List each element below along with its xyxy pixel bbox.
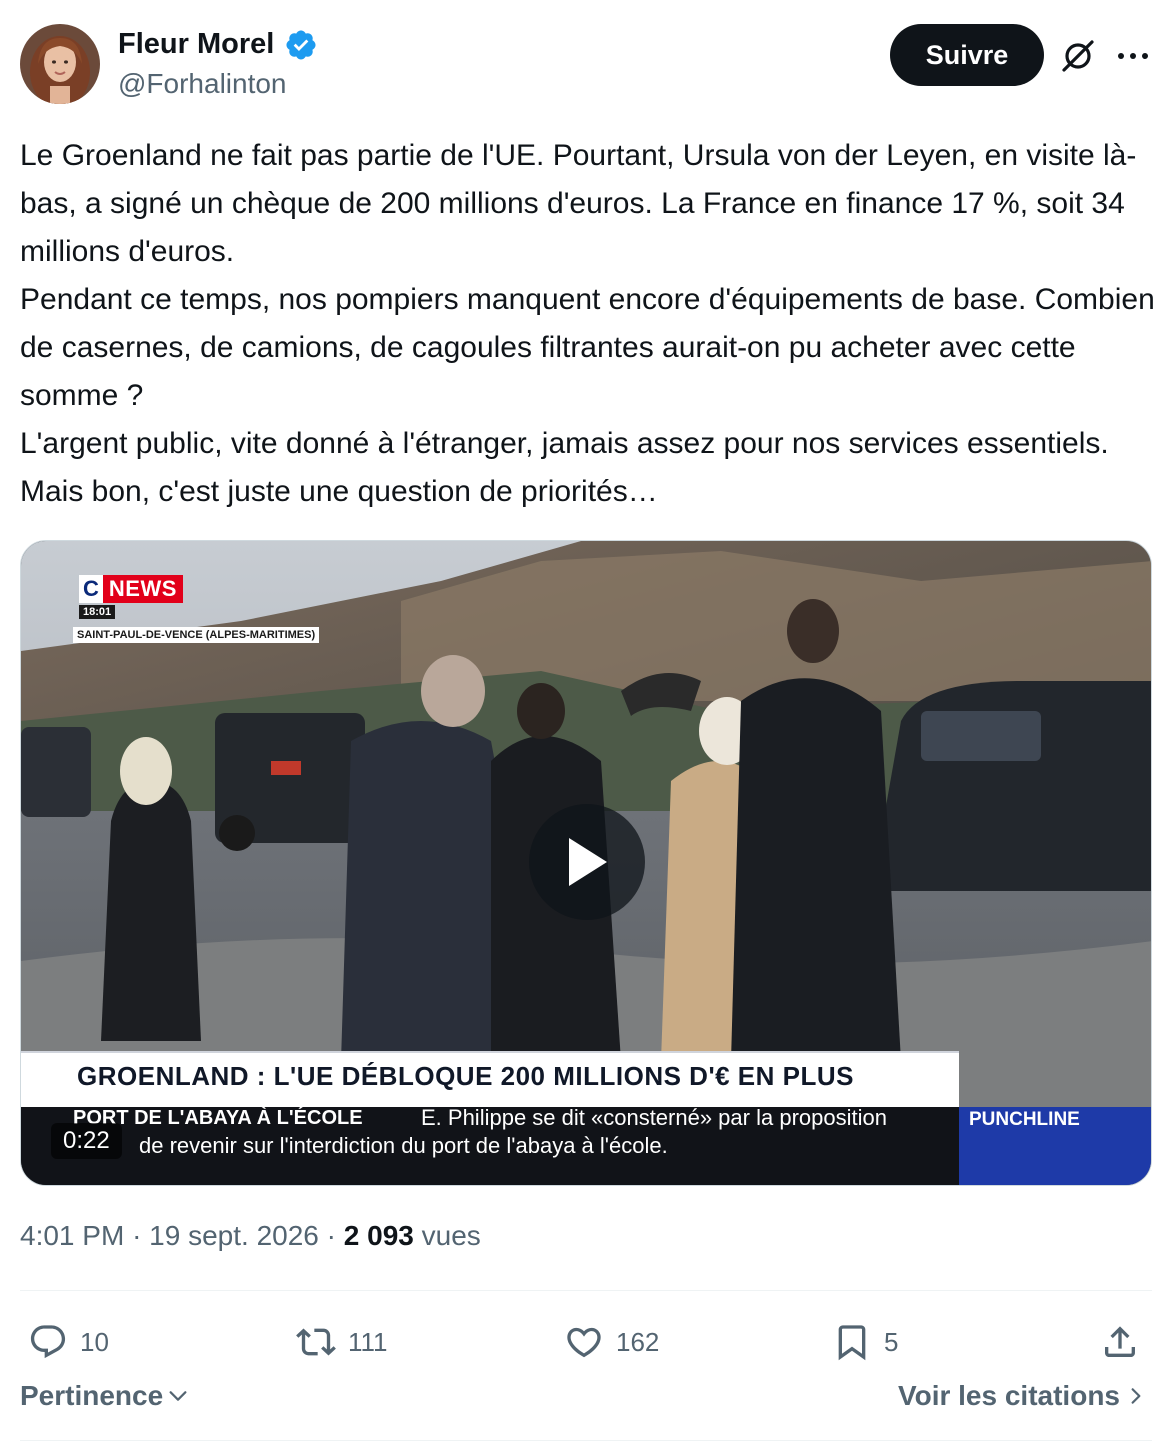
author-name[interactable]: Fleur Morel xyxy=(118,28,274,61)
play-button[interactable] xyxy=(529,804,645,920)
grok-icon[interactable] xyxy=(1060,38,1096,74)
bookmark-icon xyxy=(838,1325,866,1361)
meta-separator: · xyxy=(326,1220,336,1251)
broadcast-clock: 18:01 xyxy=(79,605,116,619)
repost-count: 111 xyxy=(348,1326,388,1357)
tweet-header: Fleur Morel @Forhalinton Suivre xyxy=(20,24,1156,106)
bookmark-count: 5 xyxy=(884,1326,899,1357)
ticker-line-2: de revenir sur l'interdiction du port de… xyxy=(139,1133,668,1158)
cnews-logo-news: NEWS xyxy=(102,575,183,603)
ticker-line-1: E. Philippe se dit «consterné» par la pr… xyxy=(421,1105,887,1130)
program-label: PUNCHLINE xyxy=(969,1109,1080,1130)
share-icon xyxy=(1105,1326,1135,1357)
divider xyxy=(20,1290,1152,1291)
sort-label: Pertinence xyxy=(20,1380,164,1411)
quotes-label: Voir les citations xyxy=(898,1380,1120,1411)
play-icon xyxy=(569,838,607,886)
cnews-logo: C NEWS xyxy=(79,575,183,603)
video-duration: 0:22 xyxy=(51,1123,122,1159)
sort-dropdown[interactable]: Pertinence xyxy=(20,1380,189,1412)
view-quotes-link[interactable]: Voir les citations xyxy=(898,1380,1146,1412)
follow-button[interactable]: Suivre xyxy=(890,24,1044,86)
replies-toolbar: Pertinence Voir les citations xyxy=(20,1380,1156,1424)
meta-separator: · xyxy=(132,1220,142,1251)
views-label: vues xyxy=(421,1220,481,1251)
heart-icon xyxy=(567,1327,601,1358)
reply-count: 10 xyxy=(80,1326,109,1357)
tweet-paragraph: Pendant ce temps, nos pompiers manquent … xyxy=(20,283,1155,412)
tweet-time[interactable]: 4:01 PM xyxy=(20,1220,124,1251)
like-button[interactable]: 162 xyxy=(564,1312,659,1372)
action-bar: 10 111 162 5 xyxy=(20,1312,1156,1372)
views-count: 2 093 xyxy=(343,1220,414,1251)
cnews-logo-c: C xyxy=(79,575,103,603)
reply-icon xyxy=(30,1325,66,1359)
repost-button[interactable]: 111 xyxy=(296,1312,388,1372)
author-handle[interactable]: @Forhalinton xyxy=(118,68,287,100)
broadcast-location: SAINT-PAUL-DE-VENCE (ALPES-MARITIMES) xyxy=(73,627,320,643)
more-options-icon[interactable] xyxy=(1116,42,1150,70)
chevron-right-icon xyxy=(1131,1388,1141,1404)
video-player[interactable]: C NEWS 18:01 SAINT-PAUL-DE-VENCE (ALPES-… xyxy=(20,540,1152,1186)
bookmark-button[interactable]: 5 xyxy=(832,1312,898,1372)
headline-text: GROENLAND : L'UE DÉBLOQUE 200 MILLIONS D… xyxy=(77,1061,854,1091)
repost-icon xyxy=(296,1328,336,1356)
divider xyxy=(20,1440,1152,1441)
tweet-paragraph: Le Groenland ne fait pas partie de l'UE.… xyxy=(20,139,1137,268)
tweet-text: Le Groenland ne fait pas partie de l'UE.… xyxy=(20,132,1156,516)
author-avatar[interactable] xyxy=(20,24,100,104)
like-count: 162 xyxy=(616,1326,660,1357)
reply-button[interactable]: 10 xyxy=(28,1312,109,1372)
tweet-paragraph: L'argent public, vite donné à l'étranger… xyxy=(20,427,1109,508)
share-button[interactable] xyxy=(1100,1312,1140,1372)
chevron-down-icon xyxy=(169,1391,187,1401)
verified-badge-icon xyxy=(284,28,318,62)
tweet-meta: 4:01 PM · 19 sept. 2026 · 2 093 vues xyxy=(20,1220,481,1252)
tweet-date[interactable]: 19 sept. 2026 xyxy=(149,1220,319,1251)
